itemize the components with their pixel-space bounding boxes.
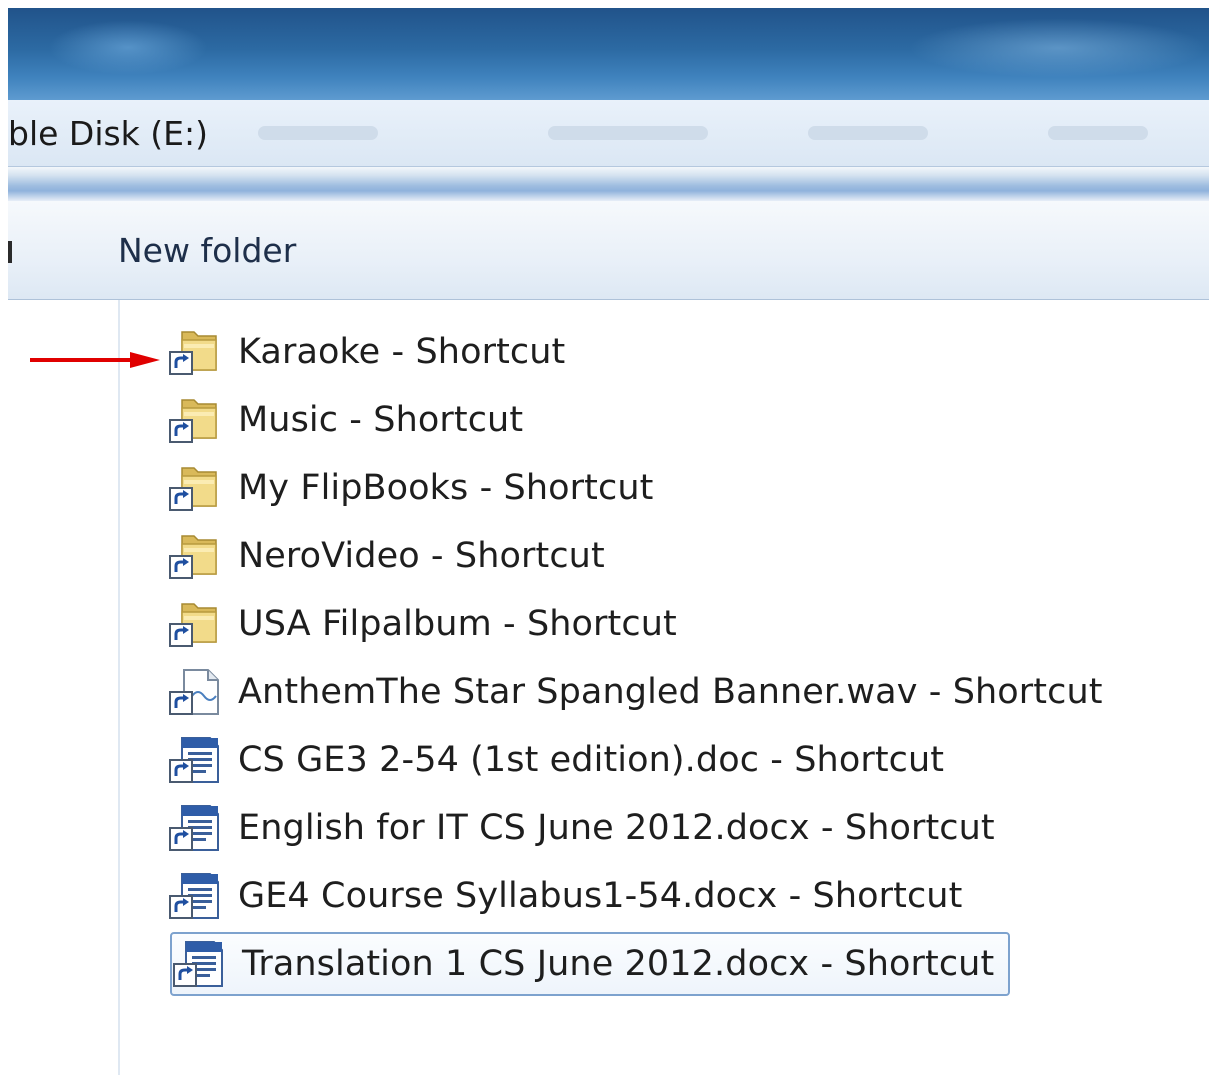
new-folder-button[interactable]: New folder <box>112 229 302 272</box>
word-document-shortcut-icon <box>168 870 224 922</box>
folder-shortcut-icon <box>168 530 224 582</box>
red-arrow-icon <box>30 352 160 368</box>
toolbar-truncated-item <box>8 241 12 263</box>
file-list-item[interactable]: Translation 1 CS June 2012.docx - Shortc… <box>170 932 1011 996</box>
file-list-item[interactable]: NeroVideo - Shortcut <box>168 526 605 586</box>
address-ghost <box>258 126 378 140</box>
bar-separator <box>8 167 1209 201</box>
word-document-shortcut-icon <box>168 734 224 786</box>
file-name-label: GE4 Course Syllabus1-54.docx - Shortcut <box>238 876 963 916</box>
file-list-item[interactable]: AnthemThe Star Spangled Banner.wav - Sho… <box>168 662 1103 722</box>
file-list-item[interactable]: GE4 Course Syllabus1-54.docx - Shortcut <box>168 866 962 926</box>
command-toolbar: New folder <box>8 201 1209 300</box>
file-name-label: AnthemThe Star Spangled Banner.wav - Sho… <box>238 672 1103 712</box>
file-list-item[interactable]: Karaoke - Shortcut <box>168 322 565 382</box>
file-name-label: My FlipBooks - Shortcut <box>238 468 654 508</box>
address-ghost <box>1048 126 1148 140</box>
file-name-label: Translation 1 CS June 2012.docx - Shortc… <box>242 944 995 984</box>
file-name-label: English for IT CS June 2012.docx - Short… <box>238 808 995 848</box>
word-document-shortcut-icon <box>172 938 228 990</box>
audio-file-shortcut-icon <box>168 666 224 718</box>
title-bar-glow-right <box>908 18 1208 78</box>
folder-shortcut-icon <box>168 598 224 650</box>
file-name-label: Music - Shortcut <box>238 400 524 440</box>
folder-shortcut-icon <box>168 462 224 514</box>
file-list-item[interactable]: English for IT CS June 2012.docx - Short… <box>168 798 995 858</box>
word-document-shortcut-icon <box>168 802 224 854</box>
folder-shortcut-icon <box>168 394 224 446</box>
file-list-item[interactable]: USA Filpalbum - Shortcut <box>168 594 677 654</box>
title-bar-glow <box>48 20 208 75</box>
navigation-pane-divider[interactable] <box>118 300 120 1075</box>
file-list-item[interactable]: My FlipBooks - Shortcut <box>168 458 653 518</box>
file-name-label: NeroVideo - Shortcut <box>238 536 605 576</box>
file-list-item[interactable]: CS GE3 2-54 (1st edition).doc - Shortcut <box>168 730 944 790</box>
file-list-item[interactable]: Music - Shortcut <box>168 390 523 450</box>
address-ghost <box>548 126 708 140</box>
address-ghost <box>808 126 928 140</box>
folder-shortcut-icon <box>168 326 224 378</box>
file-name-label: CS GE3 2-54 (1st edition).doc - Shortcut <box>238 740 945 780</box>
window-title-bar <box>8 8 1209 100</box>
address-path[interactable]: ble Disk (E:) <box>8 114 208 153</box>
file-name-label: Karaoke - Shortcut <box>238 332 566 372</box>
address-bar[interactable]: ble Disk (E:) <box>8 100 1209 167</box>
file-name-label: USA Filpalbum - Shortcut <box>238 604 677 644</box>
